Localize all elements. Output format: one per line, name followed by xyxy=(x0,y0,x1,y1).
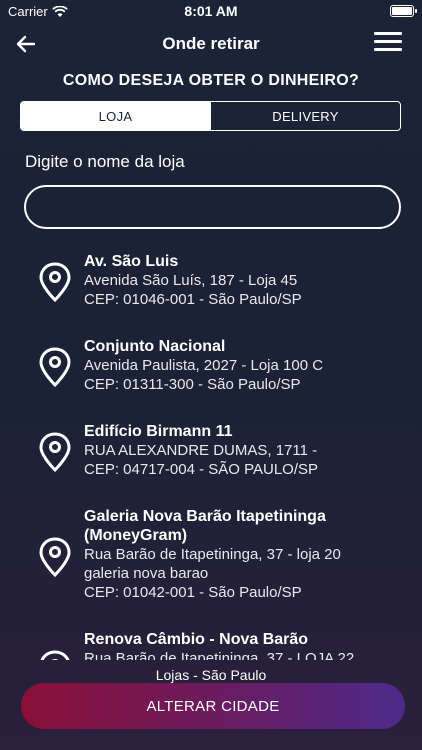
tab-loja[interactable]: LOJA xyxy=(21,102,210,130)
store-cep: CEP: 01046-001 - São Paulo/SP xyxy=(84,291,302,308)
store-name: Edifício Birmann 11 xyxy=(84,423,233,440)
status-bar: Carrier 8:01 AM xyxy=(0,0,422,22)
store-name: Renova Câmbio - Nova Barão xyxy=(84,631,309,648)
store-list: Av. São Luis Avenida São Luís, 187 - Loj… xyxy=(0,252,422,660)
store-address-complement: galeria nova barao xyxy=(84,565,209,582)
store-search-input[interactable] xyxy=(24,185,401,229)
location-pin-icon xyxy=(39,432,71,472)
location-pin-icon xyxy=(39,537,71,577)
change-city-button[interactable]: ALTERAR CIDADE xyxy=(21,683,405,729)
location-pin-icon xyxy=(40,650,70,660)
city-label: Lojas - São Paulo xyxy=(155,667,267,683)
page-title: Onde retirar xyxy=(162,34,260,53)
store-name-continued: (MoneyGram) xyxy=(84,527,188,544)
search-label: Digite o nome da loja xyxy=(25,152,185,171)
status-time: 8:01 AM xyxy=(184,3,238,19)
hamburger-menu-icon[interactable] xyxy=(374,32,402,54)
location-pin-icon xyxy=(39,262,71,302)
battery-icon xyxy=(390,5,417,17)
store-cep: CEP: 01042-001 - São Paulo/SP xyxy=(84,584,302,601)
location-pin-icon xyxy=(39,347,71,387)
store-address: Rua Barão de Itapetininga, 37 - LOJA 22 xyxy=(84,650,355,660)
delivery-question: COMO DESEJA OBTER O DINHEIRO? xyxy=(62,72,360,89)
store-address: Avenida São Luís, 187 - Loja 45 xyxy=(84,272,298,289)
store-address: Avenida Paulista, 2027 - Loja 100 C xyxy=(84,357,324,374)
store-address: Rua Barão de Itapetininga, 37 - loja 20 xyxy=(84,546,341,563)
store-cep: CEP: 04717-004 - SÃO PAULO/SP xyxy=(84,461,319,478)
store-address: RUA ALEXANDRE DUMAS, 1711 - xyxy=(84,442,318,459)
store-cep: CEP: 01311-300 - São Paulo/SP xyxy=(84,376,301,393)
nav-bar: Onde retirar xyxy=(0,26,422,62)
delivery-mode-tabs: LOJA DELIVERY xyxy=(20,101,401,131)
tab-delivery[interactable]: DELIVERY xyxy=(210,102,400,130)
store-name: Galeria Nova Barão Itapetininga xyxy=(84,508,326,525)
store-name: Conjunto Nacional xyxy=(84,338,226,355)
store-name: Av. São Luis xyxy=(84,253,179,270)
